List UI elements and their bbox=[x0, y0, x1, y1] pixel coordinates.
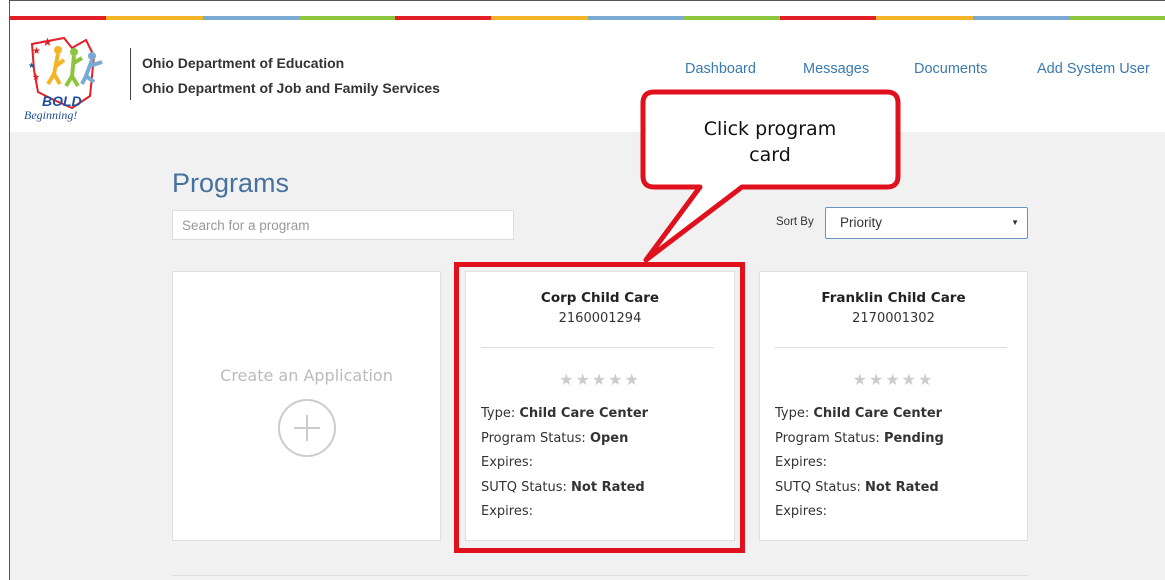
svg-text:★: ★ bbox=[32, 46, 41, 57]
nav-messages[interactable]: Messages bbox=[803, 61, 869, 77]
dept-ode: Ohio Department of Education bbox=[142, 55, 345, 71]
search-input[interactable]: Search for a program bbox=[172, 210, 514, 240]
status-value: Pending bbox=[883, 430, 944, 446]
sutq-value: Not Rated bbox=[865, 479, 939, 495]
nav-add-system-user[interactable]: Add System User bbox=[1037, 61, 1150, 77]
nav-documents[interactable]: Documents bbox=[914, 61, 987, 77]
expires-label: Expires: bbox=[775, 455, 827, 470]
highlight-box bbox=[454, 262, 745, 553]
sutq-label: SUTQ Status: bbox=[775, 479, 861, 495]
svg-text:★: ★ bbox=[28, 61, 35, 70]
star-rating-icon: ★★★★★ bbox=[852, 370, 935, 389]
type-value: Child Care Center bbox=[813, 406, 943, 421]
type-label: Type: bbox=[775, 406, 810, 421]
create-application-label: Create an Application bbox=[220, 366, 393, 385]
bold-beginning-logo[interactable]: ★ ★ ★ ★ BOLD Beginning! bbox=[24, 26, 114, 126]
section-divider bbox=[172, 575, 1028, 576]
logo-text-bold: BOLD bbox=[42, 93, 82, 109]
svg-text:★: ★ bbox=[42, 35, 53, 49]
svg-text:★: ★ bbox=[32, 73, 40, 83]
callout-bubble: Click program card bbox=[640, 89, 901, 263]
nav-dashboard[interactable]: Dashboard bbox=[685, 61, 756, 77]
program-name: Franklin Child Care bbox=[821, 290, 966, 306]
plus-circle-icon bbox=[278, 399, 336, 457]
callout-line2: card bbox=[749, 144, 791, 166]
create-application-card[interactable]: Create an Application bbox=[172, 271, 441, 541]
dept-odjfs: Ohio Department of Job and Family Servic… bbox=[142, 80, 440, 96]
site-header: ★ ★ ★ ★ BOLD Beginning! Ohio Department … bbox=[10, 20, 1165, 132]
chevron-down-icon: ▼ bbox=[1011, 218, 1019, 227]
program-details: Type: Child Care Center Program Status: … bbox=[775, 402, 944, 525]
header-divider bbox=[130, 48, 131, 100]
logo-text-beginning: Beginning! bbox=[24, 108, 77, 122]
program-card-franklin[interactable]: Franklin Child Care 2170001302 ★★★★★ Typ… bbox=[759, 271, 1028, 541]
sutq-expires-label: Expires: bbox=[775, 504, 827, 519]
status-label: Program Status: bbox=[775, 430, 880, 446]
card-divider bbox=[775, 347, 1007, 348]
page-title: Programs bbox=[172, 168, 290, 198]
program-id: 2170001302 bbox=[852, 311, 935, 326]
callout-line1: Click program bbox=[704, 118, 836, 140]
